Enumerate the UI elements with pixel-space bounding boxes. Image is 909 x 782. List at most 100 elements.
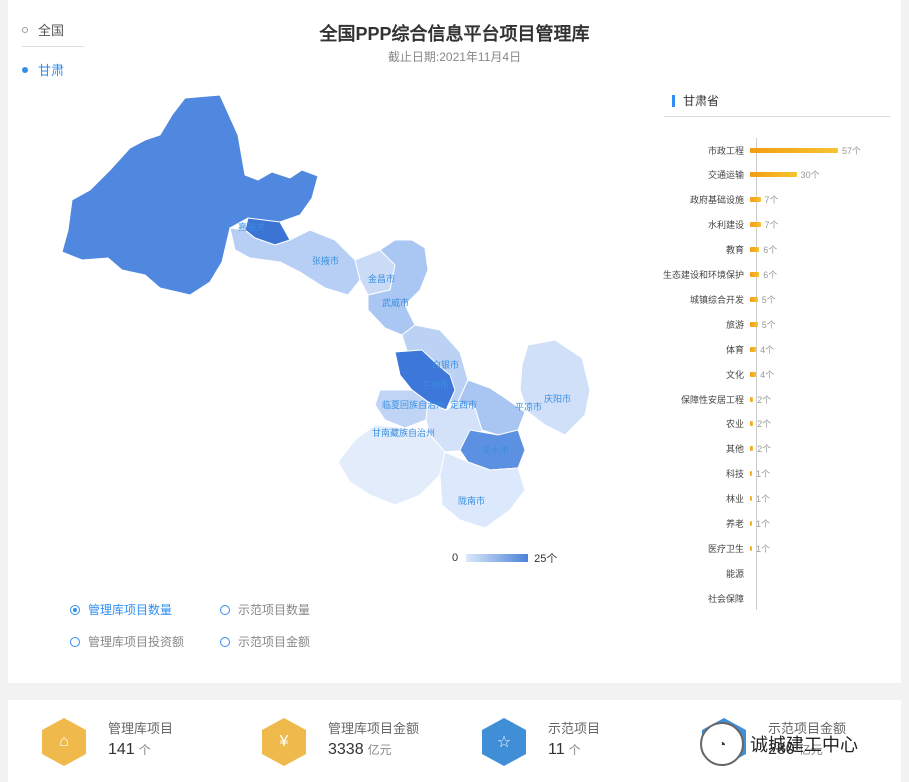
category-label: 其他	[725, 444, 744, 455]
category-row: 保障性安居工程 2个	[640, 392, 771, 406]
category-label: 林业	[725, 494, 744, 505]
stat-unit: 个	[568, 743, 581, 757]
divider	[664, 116, 890, 117]
category-value: 1个	[756, 543, 771, 554]
category-label: 水利建设	[707, 220, 744, 231]
category-row: 生态建设和环境保护 6个	[640, 268, 777, 282]
category-value: 1个	[756, 469, 771, 480]
category-row: 林业 1个	[640, 492, 770, 506]
category-value: 2个	[757, 444, 772, 455]
stat-project-count: ⌂ 管理库项目 141 个	[42, 718, 173, 766]
category-label: 文化	[725, 369, 744, 380]
category-row: 政府基础设施 7个	[640, 193, 779, 207]
province-header: 甘肃省	[672, 92, 719, 109]
house-icon: ⌂	[42, 718, 86, 766]
category-row: 医疗卫生 1个	[640, 541, 770, 555]
map-label-pingliang: 平凉市	[515, 401, 542, 412]
stat-label: 管理库项目	[108, 721, 174, 736]
category-label: 养老	[725, 519, 744, 529]
category-row: 水利建设 7个	[640, 218, 779, 232]
map-region-qingyang[interactable]	[519, 339, 591, 436]
metric-label: 管理库项目数量	[88, 603, 173, 617]
category-label: 市政工程	[707, 145, 744, 156]
category-row: 文化 4个	[640, 367, 774, 381]
category-row: 体育 4个	[640, 342, 774, 356]
metric-label: 管理库项目投资额	[88, 635, 185, 649]
metric-option-demo-amount[interactable]: 示范项目金额	[220, 633, 310, 650]
legend-gradient	[466, 554, 529, 562]
metric-label: 示范项目数量	[238, 603, 311, 617]
legend-max: 25个	[534, 553, 558, 565]
category-label: 政府基础设施	[689, 195, 744, 206]
map-label-jiayuguan: 嘉峪关	[238, 221, 265, 232]
radio-dot	[22, 66, 28, 73]
category-value: 1个	[756, 494, 771, 505]
map-label-baiyin: 白银市	[432, 359, 459, 370]
map-region-zhangye[interactable]	[229, 227, 361, 296]
stat-project-amount: ¥ 管理库项目金额 3338 亿元	[262, 718, 419, 766]
category-bar[interactable]	[750, 446, 754, 452]
map-label-linxia: 临夏回族自治州	[382, 399, 445, 410]
category-bar[interactable]	[750, 197, 761, 203]
category-label: 社会保障	[707, 593, 744, 604]
category-bar[interactable]	[750, 296, 758, 302]
category-bar[interactable]	[750, 545, 752, 551]
province-name: 甘肃省	[683, 94, 720, 108]
category-bar[interactable]	[750, 396, 754, 402]
gansu-map: 嘉峪关 张掖市 金昌市 武威市 白银市 兰州市 临夏回族自治州 定西市 平凉市 …	[61, 94, 591, 529]
category-label: 医疗卫生	[707, 543, 744, 554]
radio-icon	[220, 636, 230, 647]
map-label-tianshui: 天水市	[482, 445, 509, 456]
metric-option-project-count[interactable]: 管理库项目数量	[70, 601, 172, 618]
category-value: 4个	[760, 369, 775, 380]
category-label: 保障性安居工程	[680, 394, 744, 405]
category-bar[interactable]	[750, 521, 752, 526]
wechat-icon: ◔	[700, 722, 744, 766]
category-value: 30个	[800, 170, 820, 181]
divider	[22, 46, 84, 47]
category-label: 科技	[725, 469, 744, 480]
watermark-text: 诚城建工中心	[750, 735, 858, 755]
category-label: 城镇综合开发	[689, 294, 744, 305]
metric-label: 示范项目金额	[238, 635, 311, 649]
category-label: 农业	[725, 419, 744, 430]
category-bar[interactable]	[750, 147, 838, 153]
category-label: 能源	[725, 568, 744, 579]
category-value: 7个	[764, 195, 779, 206]
stat-unit: 个	[138, 743, 151, 757]
stat-unit: 亿元	[367, 743, 392, 757]
category-bar[interactable]	[750, 321, 758, 327]
category-row: 旅游 5个	[640, 317, 776, 331]
category-bar[interactable]	[750, 371, 757, 377]
metric-option-demo-count[interactable]: 示范项目数量	[220, 601, 310, 618]
radio-icon	[220, 604, 230, 615]
category-value: 2个	[757, 394, 772, 405]
category-bar[interactable]	[750, 222, 761, 228]
category-row: 养老 1个	[640, 517, 770, 531]
category-value: 57个	[842, 145, 862, 156]
page-subtitle: 截止日期:2021年11月4日	[387, 50, 522, 64]
category-value: 2个	[757, 419, 772, 430]
map-label-dingxi: 定西市	[450, 399, 477, 410]
category-label: 旅游	[725, 319, 744, 330]
money-bag-icon: ¥	[262, 718, 306, 766]
map-region-jiuquan[interactable]	[61, 94, 319, 296]
category-row: 城镇综合开发 5个	[640, 292, 776, 306]
metric-option-project-investment[interactable]: 管理库项目投资额	[70, 633, 184, 650]
stat-label: 管理库项目金额	[328, 721, 420, 736]
category-bar[interactable]	[750, 172, 797, 178]
stat-label: 示范项目	[548, 721, 601, 736]
star-icon: ☆	[482, 718, 526, 766]
category-bar[interactable]	[750, 247, 760, 253]
category-bar[interactable]	[750, 471, 752, 477]
stat-value: 3338	[328, 741, 364, 758]
category-row: 科技 1个	[640, 467, 770, 481]
legend-min: 0	[452, 552, 459, 564]
category-bar[interactable]	[750, 421, 754, 427]
category-bar[interactable]	[750, 496, 752, 502]
radio-icon	[70, 636, 80, 647]
category-bar[interactable]	[750, 346, 757, 352]
category-value: 5个	[761, 319, 776, 330]
category-bar[interactable]	[750, 272, 760, 277]
watermark: ◔ 诚城建工中心	[700, 722, 858, 766]
